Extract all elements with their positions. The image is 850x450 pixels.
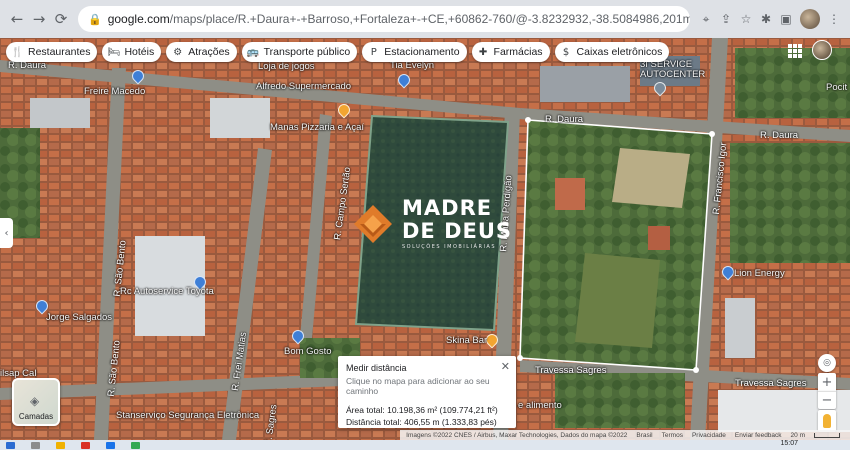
pharmacy-icon: ✚ — [478, 46, 488, 58]
star-icon[interactable]: ☆ — [736, 8, 756, 30]
logo-subtitle: SOLUÇÕES IMOBILIÁRIAS — [402, 244, 497, 250]
app-icon[interactable] — [131, 441, 140, 449]
street-label: R. Daura — [760, 130, 799, 141]
measure-title: Medir distância — [346, 363, 407, 373]
scale-label[interactable]: 20 m — [791, 432, 805, 439]
chrome-icon[interactable] — [81, 441, 90, 449]
profile-avatar[interactable] — [800, 9, 820, 29]
extensions-icon[interactable]: ▣ — [776, 8, 796, 30]
pegman-icon[interactable] — [818, 410, 836, 432]
share-icon[interactable]: ⇪ — [716, 8, 736, 30]
zoom-out-button[interactable]: − — [818, 391, 836, 409]
terms-link[interactable]: Termos — [662, 432, 683, 439]
chip-attractions[interactable]: ⚙ Atrações — [166, 42, 237, 62]
chip-label: Estacionamento — [384, 46, 460, 58]
account-avatar[interactable] — [812, 40, 832, 60]
chip-pharmacies[interactable]: ✚ Farmácias — [471, 42, 550, 62]
place-label: Manas Pizzaria e Açaí — [270, 122, 364, 133]
place-label: Bom Gosto — [284, 346, 332, 357]
google-apps-icon[interactable] — [788, 44, 802, 58]
chip-label: Restaurantes — [28, 46, 91, 58]
category-chips: 🍴 Restaurantes 🛏 Hotéis ⚙ Atrações 🚌 Transpo… — [6, 42, 670, 62]
chip-hotels[interactable]: 🛏 Hotéis — [102, 42, 162, 62]
atm-icon: $ — [562, 46, 570, 58]
street-label: Travessa Sagres — [535, 365, 607, 376]
feedback-link[interactable]: Enviar feedback — [735, 432, 782, 439]
total-distance: Distância total: 406,55 m (1.333,83 pés) — [346, 417, 497, 427]
address-bar[interactable]: 🔒 google.com/maps/place/R.+Daura+-+Barro… — [78, 6, 690, 32]
diamond-logo-icon — [354, 205, 392, 243]
logo-text-line1: MADRE — [402, 196, 493, 220]
restaurant-icon: 🍴 — [11, 46, 24, 58]
puzzle-icon[interactable]: ✱ — [756, 8, 776, 30]
url-path: /maps/place/R.+Daura+-+Barroso,+Fortalez… — [169, 12, 690, 26]
layers-button[interactable]: ◈ Camadas — [12, 378, 60, 426]
satellite-map[interactable]: 🍴 Restaurantes 🛏 Hotéis ⚙ Atrações 🚌 Transpo… — [0, 38, 850, 440]
measure-hint: Clique no mapa para adicionar ao seu cam… — [346, 376, 490, 396]
place-label: Freire Macedo — [84, 86, 146, 97]
scale-bar — [814, 432, 840, 438]
place-label: e alimento — [518, 400, 562, 411]
bus-icon: 🚌 — [246, 46, 260, 58]
bed-icon: 🛏 — [107, 46, 121, 58]
forward-button[interactable]: → — [28, 8, 50, 30]
place-label: Alfredo Supermercado — [256, 81, 352, 92]
chip-label: Caixas eletrônicos — [576, 46, 663, 58]
app-icon[interactable] — [106, 441, 115, 449]
company-logo: MADRE DE DEUS SOLUÇÕES IMOBILIÁRIAS — [352, 198, 512, 250]
place-label: Lion Energy — [734, 268, 785, 279]
reload-button[interactable]: ⟳ — [50, 8, 72, 30]
collapse-panel-button[interactable]: ‹ — [0, 218, 13, 248]
place-label: Skina Bar — [446, 335, 488, 346]
place-label: Pocit — [826, 82, 848, 93]
folder-icon[interactable] — [56, 441, 65, 449]
chip-label: Transporte público — [263, 46, 351, 58]
chip-label: Hotéis — [124, 46, 155, 58]
street-label: Travessa Sagres — [735, 378, 807, 389]
close-icon[interactable]: ✕ — [501, 360, 510, 373]
chip-restaurants[interactable]: 🍴 Restaurantes — [6, 42, 98, 62]
country-link[interactable]: Brasil — [636, 432, 652, 439]
chip-label: Farmácias — [493, 46, 543, 58]
browser-toolbar: ← → ⟳ 🔒 google.com/maps/place/R.+Daura+-… — [0, 0, 850, 38]
zoom-in-button[interactable]: + — [818, 373, 836, 391]
attribution-bar: Imagens ©2022 CNES / Airbus, Maxar Techn… — [400, 430, 850, 440]
place-label: 3I SERVICE AUTOCENTER — [640, 59, 706, 80]
parking-icon: P — [370, 46, 377, 58]
place-label: Stanserviço Segurança Eletrônica — [116, 410, 260, 421]
clock: 15:07 — [780, 440, 798, 447]
search-icon[interactable] — [31, 441, 40, 449]
layers-label: Camadas — [18, 412, 54, 421]
chip-atms[interactable]: $ Caixas eletrônicos — [554, 42, 670, 62]
total-area: Área total: 10.198,36 m² (109.774,21 ft²… — [346, 405, 498, 415]
chip-label: Atrações — [188, 46, 230, 58]
url-host: google.com — [107, 12, 170, 26]
menu-icon[interactable]: ⋮ — [824, 8, 844, 30]
logo-text-line2: DE DEUS — [402, 219, 513, 243]
chip-public-transport[interactable]: 🚌 Transporte público — [241, 42, 358, 62]
privacy-link[interactable]: Privacidade — [692, 432, 726, 439]
lock-icon: 🔒 — [88, 12, 102, 26]
place-label: Loja de jogos — [258, 61, 315, 72]
windows-start-icon[interactable] — [6, 441, 15, 449]
chip-parking[interactable]: P Estacionamento — [362, 42, 467, 62]
street-label: R. Daura — [545, 114, 584, 125]
place-label: Jorge Salgados — [46, 312, 113, 323]
imagery-credit: Imagens ©2022 CNES / Airbus, Maxar Techn… — [406, 431, 628, 439]
place-label: Rc Autoservice Toyota — [120, 286, 214, 297]
attractions-icon: ⚙ — [173, 46, 183, 58]
location-icon[interactable]: ⌖ — [696, 8, 716, 30]
measure-distance-panel: ✕ Medir distância Clique no mapa para ad… — [338, 356, 516, 428]
layers-icon: ◈ — [30, 394, 40, 408]
back-button[interactable]: ← — [6, 8, 28, 30]
compass-icon[interactable]: ◎ — [818, 354, 836, 372]
os-taskbar: 15:07 — [0, 440, 850, 450]
